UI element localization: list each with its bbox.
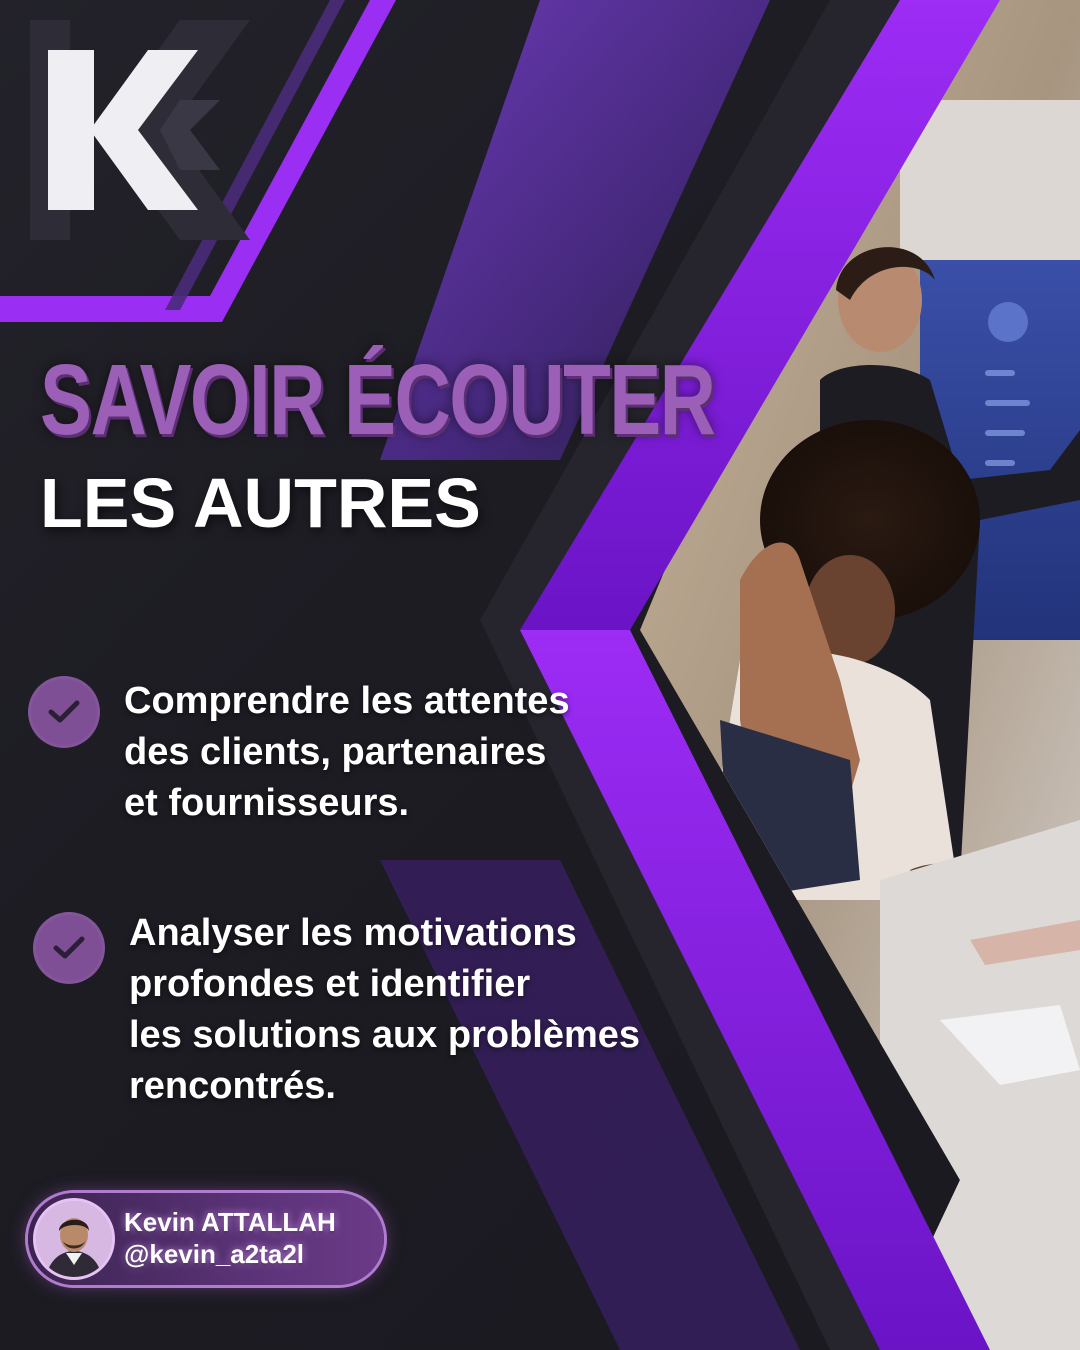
bullet-line: des clients, partenaires [124, 731, 547, 773]
headline: SAVOIR ÉCOUTER LES AUTRES [40, 344, 716, 542]
check-icon [28, 676, 100, 748]
check-icon [33, 912, 105, 984]
bullet-line: Comprendre les attentes [124, 680, 570, 722]
bullet-text: Analyser les motivations profondes et id… [129, 908, 640, 1112]
k-logo [30, 20, 250, 240]
headline-secondary: LES AUTRES [40, 464, 481, 542]
author-badge[interactable]: Kevin ATTALLAH @kevin_a2ta2l [28, 1193, 384, 1285]
bullet-line: profondes et identifier [129, 963, 531, 1005]
bullet-line: les solutions aux problèmes [129, 1014, 641, 1056]
avatar [36, 1201, 112, 1277]
bullet-text: Comprendre les attentes des clients, par… [124, 676, 570, 829]
author-handle[interactable]: @kevin_a2ta2l [124, 1239, 304, 1269]
bullet-point: Comprendre les attentes des clients, par… [28, 676, 728, 829]
post-canvas: SAVOIR ÉCOUTER LES AUTRES Comprendre les… [0, 0, 1080, 1350]
author-name: Kevin ATTALLAH [124, 1207, 336, 1237]
headline-primary: SAVOIR ÉCOUTER [40, 344, 716, 456]
bullet-line: rencontrés. [129, 1065, 336, 1107]
bullet-point: Analyser les motivations profondes et id… [33, 908, 793, 1112]
bullet-line: Analyser les motivations [129, 912, 577, 954]
bullet-line: et fournisseurs. [124, 782, 410, 824]
